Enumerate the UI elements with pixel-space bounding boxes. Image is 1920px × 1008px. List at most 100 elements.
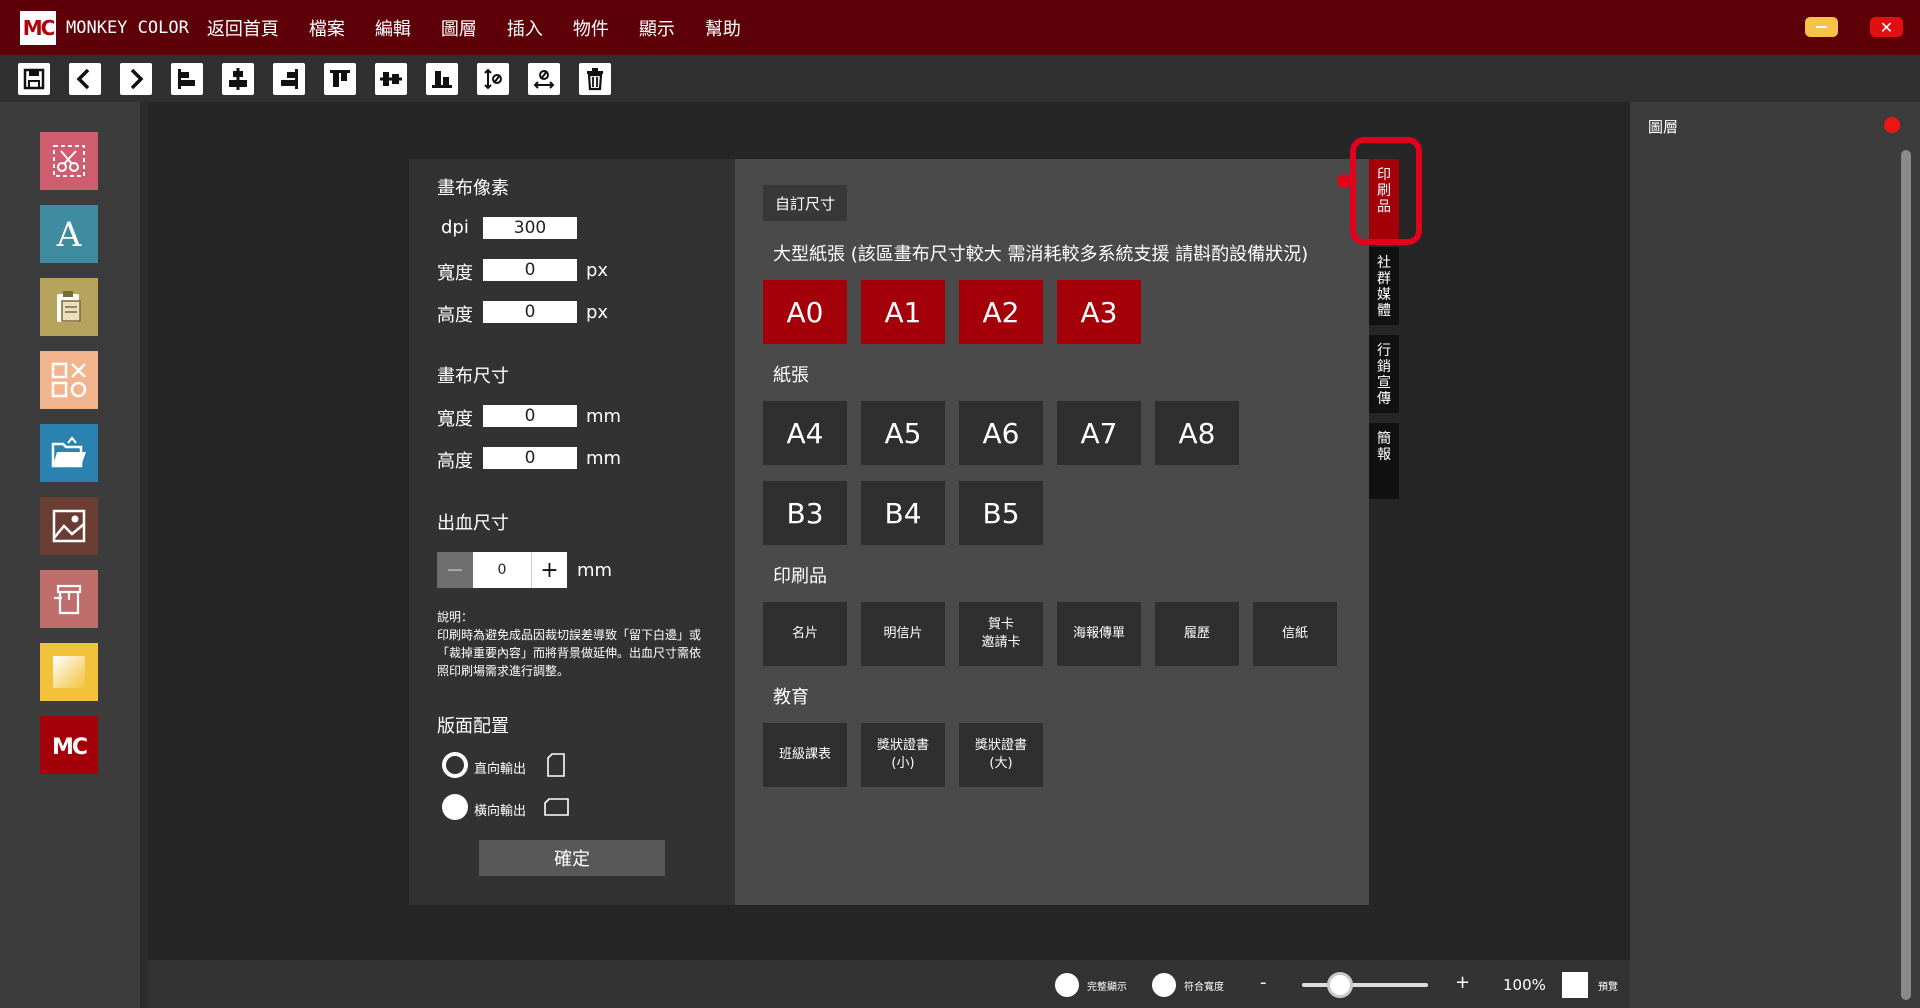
zoom-slider-track[interactable] [1302,983,1428,987]
paste-tool[interactable] [40,278,98,336]
preset-business-card[interactable]: 名片 [763,602,847,666]
save-icon[interactable] [18,63,50,95]
crop-icon [53,145,85,177]
preset-class-schedule[interactable]: 班級課表 [763,723,847,787]
mm-height-input[interactable] [483,447,577,469]
layer-panel-title: 圖層 [1648,118,1679,136]
bleed-unit: mm [577,560,613,581]
image-icon [52,509,86,543]
preset-a6[interactable]: A6 [959,401,1043,465]
fit-width-radio[interactable] [1152,973,1176,997]
preset-greeting-card[interactable]: 賀卡 邀請卡 [959,602,1043,666]
align-middle-icon[interactable] [375,63,407,95]
minimize-button[interactable] [1805,17,1838,37]
preset-b3[interactable]: B3 [763,481,847,545]
confirm-button[interactable]: 確定 [479,840,665,876]
px-height-unit: px [586,302,609,323]
undo-icon[interactable] [69,63,101,95]
tab-highlight-outline [1350,137,1422,245]
portrait-label: 直向輸出 [474,762,527,777]
fit-width-label: 符合寬度 [1184,982,1224,993]
bleed-decrement-button[interactable]: − [437,552,473,588]
gradient-icon [53,656,85,688]
dpi-label: dpi [441,217,469,238]
shapes-tool[interactable] [40,351,98,409]
menu-layer[interactable]: 圖層 [441,15,477,41]
align-left-icon[interactable] [171,63,203,95]
text-icon: A [56,215,82,255]
preview-toggle[interactable] [1562,972,1588,998]
px-width-input[interactable] [483,259,577,281]
sidebar-divider [140,102,148,1008]
preset-certificate-large[interactable]: 獎狀證書 (大) [959,723,1043,787]
layout-title: 版面配置 [437,716,509,737]
zoom-out-button[interactable]: - [1260,972,1267,993]
open-folder-tool[interactable] [40,424,98,482]
layer-panel-scrollbar[interactable] [1901,150,1911,1000]
preset-b5[interactable]: B5 [959,481,1043,545]
menu-edit[interactable]: 編輯 [375,15,411,41]
mc-logo-icon: MC [52,735,89,760]
zoom-slider-handle[interactable] [1326,972,1353,998]
menu-file[interactable]: 檔案 [309,15,345,41]
bleed-increment-button[interactable]: + [531,552,567,588]
menu-insert[interactable]: 插入 [507,15,543,41]
crop-tool[interactable] [40,132,98,190]
fit-all-label: 完整顯示 [1087,982,1127,993]
fit-all-radio[interactable] [1055,973,1079,997]
preset-b4[interactable]: B4 [861,481,945,545]
gradient-tool[interactable] [40,643,98,701]
preview-label: 預覽 [1598,982,1618,993]
menu-home[interactable]: 返回首頁 [207,15,279,41]
layer-panel [1630,102,1920,1008]
image-tool[interactable] [40,497,98,555]
redo-icon[interactable] [120,63,152,95]
preset-resume[interactable]: 履歷 [1155,602,1239,666]
tab-presentation[interactable]: 簡 報 [1369,423,1399,499]
open-folder-icon [51,436,86,468]
preset-letter[interactable]: 信紙 [1253,602,1337,666]
preset-a2[interactable]: A2 [959,280,1043,344]
preset-a0[interactable]: A0 [763,280,847,344]
portrait-page-icon [547,753,565,777]
align-center-icon[interactable] [222,63,254,95]
align-top-icon[interactable] [324,63,356,95]
preset-a5[interactable]: A5 [861,401,945,465]
flip-horizontal-icon[interactable] [528,63,560,95]
preset-a7[interactable]: A7 [1057,401,1141,465]
mm-width-input[interactable] [483,405,577,427]
text-tool[interactable]: A [40,205,98,263]
sticker-tool[interactable] [40,570,98,628]
landscape-radio[interactable] [442,794,468,820]
layer-status-dot[interactable] [1884,117,1900,133]
paste-icon [57,291,81,322]
mm-width-unit: mm [586,406,622,427]
preset-certificate-small[interactable]: 獎狀證書 (小) [861,723,945,787]
preset-a4[interactable]: A4 [763,401,847,465]
menu-object[interactable]: 物件 [573,15,609,41]
px-height-label: 高度 [437,305,473,326]
zoom-in-button[interactable]: + [1455,972,1470,993]
preset-poster-flyer[interactable]: 海報傳單 [1057,602,1141,666]
preset-a1[interactable]: A1 [861,280,945,344]
tab-social-media[interactable]: 社 群 媒 體 [1369,247,1399,325]
menu-view[interactable]: 顯示 [639,15,675,41]
close-button[interactable]: ✕ [1870,17,1903,37]
tab-marketing[interactable]: 行 銷 宣 傳 [1369,335,1399,413]
menu-help[interactable]: 幫助 [705,15,741,41]
bleed-value-input[interactable]: 0 [473,552,531,588]
align-bottom-icon[interactable] [426,63,458,95]
app-brand: MONKEY COLOR [66,17,189,38]
portrait-radio[interactable] [442,752,468,778]
flip-vertical-icon[interactable] [477,63,509,95]
dpi-input[interactable] [483,217,577,239]
preset-a8[interactable]: A8 [1155,401,1239,465]
px-width-unit: px [586,260,609,281]
mc-logo-tool[interactable]: MC [40,716,98,774]
preset-postcard[interactable]: 明信片 [861,602,945,666]
preset-a3[interactable]: A3 [1057,280,1141,344]
px-height-input[interactable] [483,301,577,323]
align-right-icon[interactable] [273,63,305,95]
delete-icon[interactable] [579,63,611,95]
custom-size-button[interactable]: 自訂尺寸 [763,185,847,221]
